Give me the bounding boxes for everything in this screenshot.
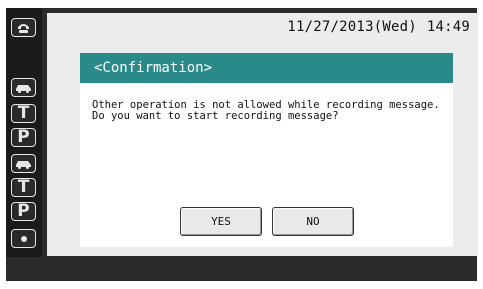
dialog-title: <Confirmation> [80, 53, 453, 83]
letter-t-icon: T [17, 103, 30, 123]
car-button-2[interactable] [11, 154, 36, 173]
t-button-1[interactable]: T [11, 104, 36, 123]
car-icon [15, 82, 32, 93]
dialog-message: Other operation is not allowed while rec… [92, 100, 440, 122]
dot-button[interactable] [11, 229, 36, 248]
dialog-message-line-2: Do you want to start recording message? [92, 110, 339, 122]
dot-icon [20, 235, 28, 243]
no-button[interactable]: NO [272, 207, 354, 236]
car-icon [15, 158, 32, 169]
time-text: 14:49 [426, 19, 470, 35]
car-button-1[interactable] [11, 78, 36, 97]
handset-icon [16, 21, 31, 34]
t-button-2[interactable]: T [11, 178, 36, 197]
confirmation-dialog: <Confirmation> Other operation is not al… [80, 53, 453, 247]
date-text: 11/27/2013(Wed) [287, 19, 417, 35]
handset-button[interactable] [11, 18, 36, 37]
letter-t-icon: T [17, 177, 30, 197]
status-bar [6, 257, 477, 281]
letter-p-icon: P [17, 127, 30, 147]
p-button-2[interactable]: P [11, 202, 36, 221]
p-button-1[interactable]: P [11, 128, 36, 147]
sidebar: T P T P [6, 8, 42, 281]
yes-button[interactable]: YES [180, 207, 262, 236]
date-time: 11/27/2013(Wed) 14:49 [277, 19, 470, 35]
letter-p-icon: P [17, 201, 30, 221]
device-screen: T P T P 11/27/2013(Wed) 14:49 <Confirmat… [0, 0, 483, 289]
